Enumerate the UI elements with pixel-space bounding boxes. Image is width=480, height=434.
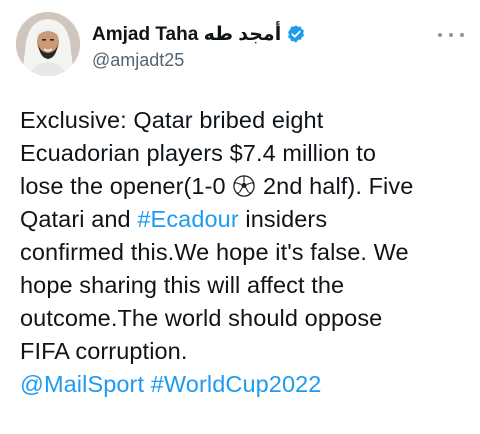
tweet-line: lose the opener(1-0 2nd half). Five [20, 170, 470, 203]
hashtag-link[interactable]: #WorldCup2022 [151, 371, 322, 397]
tweet-line-segment: lose the opener(1-0 [20, 173, 226, 199]
more-dot [449, 33, 453, 37]
tweet-line-segment: insiders [245, 206, 328, 232]
tweet-line: Exclusive: Qatar bribed eight [20, 107, 324, 133]
more-dot [438, 33, 442, 37]
display-name[interactable]: Amjad Taha أمجد طه [92, 23, 281, 46]
tweet-line: confirmed this.We hope it's false. We [20, 239, 409, 265]
verified-badge-icon [286, 24, 306, 44]
tweet-line: outcome.The world should oppose [20, 305, 383, 331]
name-row: Amjad Taha أمجد طه [92, 22, 306, 46]
more-dot [460, 33, 464, 37]
handle[interactable]: @amjadt25 [92, 50, 306, 71]
more-options-icon[interactable] [438, 26, 464, 44]
tweet-line: @MailSport #WorldCup2022 [20, 368, 470, 401]
soccer-ball-icon [233, 173, 256, 206]
tweet-line-segment: 2nd half). Five [262, 173, 414, 199]
avatar[interactable] [16, 12, 80, 76]
mention-link[interactable]: @MailSport [20, 371, 144, 397]
tweet-text: Exclusive: Qatar bribed eight Ecuadorian… [20, 104, 470, 401]
tweet: Amjad Taha أمجد طه @amjadt25 Exclusive: … [0, 0, 480, 434]
tweet-header: Amjad Taha أمجد طه @amjadt25 [16, 12, 464, 76]
tweet-line: Ecuadorian players $7.4 million to [20, 140, 377, 166]
tweet-line-segment: Qatari and [20, 206, 131, 232]
tweet-line: FIFA corruption. [20, 338, 188, 364]
tweet-line: Qatari and #Ecadour insiders [20, 203, 470, 236]
tweet-line: hope sharing this will affect the [20, 272, 345, 298]
avatar-photo [16, 12, 80, 76]
hashtag-link[interactable]: #Ecadour [137, 206, 238, 232]
author-block: Amjad Taha أمجد طه @amjadt25 [92, 22, 306, 72]
